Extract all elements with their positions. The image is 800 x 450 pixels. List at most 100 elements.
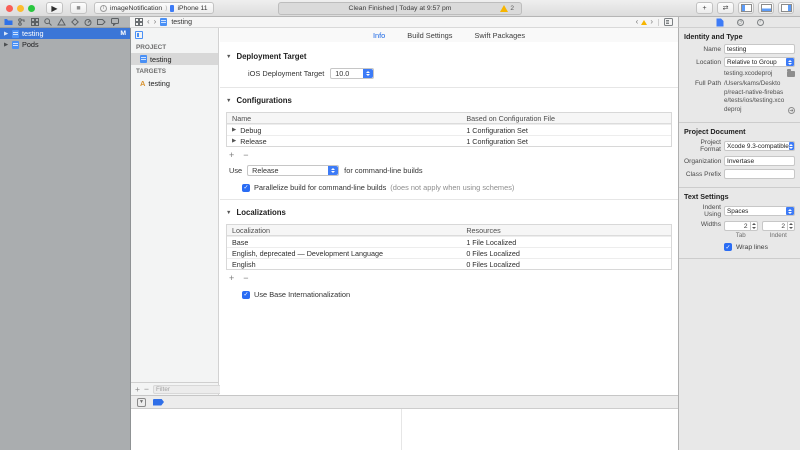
localization-name: English, deprecated — Development Langua… bbox=[227, 249, 462, 258]
parallelize-checkbox[interactable]: ✓ bbox=[242, 184, 250, 192]
disclosure-triangle-icon[interactable]: ▼ bbox=[226, 210, 231, 216]
section-configurations[interactable]: ▼ Configurations bbox=[226, 96, 672, 105]
command-line-configuration-popup[interactable]: Release bbox=[247, 165, 339, 176]
dropdown-arrows-icon[interactable] bbox=[328, 166, 338, 175]
dropdown-arrows-icon[interactable] bbox=[786, 207, 794, 215]
stepper-arrows-icon[interactable] bbox=[787, 222, 794, 230]
source-control-navigator-icon[interactable] bbox=[18, 18, 26, 26]
stop-button[interactable]: ■ bbox=[70, 2, 87, 14]
disclosure-triangle-icon[interactable]: ▶ bbox=[4, 42, 9, 48]
tab-info[interactable]: Info bbox=[373, 31, 385, 40]
project-item-testing[interactable]: testing bbox=[131, 53, 218, 65]
library-button[interactable]: + bbox=[696, 2, 713, 14]
issue-warning-icon[interactable] bbox=[641, 20, 647, 25]
section-deployment-target[interactable]: ▼ Deployment Target bbox=[226, 52, 672, 61]
dropdown-arrows-icon[interactable] bbox=[786, 58, 794, 66]
parallelize-note: (does not apply when using schemes) bbox=[390, 183, 514, 192]
location-popup[interactable]: Relative to Group bbox=[724, 57, 795, 67]
table-row[interactable]: English 0 Files Localized bbox=[227, 258, 671, 269]
organization-field[interactable] bbox=[724, 156, 795, 166]
issue-navigator-icon[interactable] bbox=[57, 18, 66, 26]
editor-options-icon[interactable] bbox=[664, 18, 673, 26]
debug-navigator-icon[interactable] bbox=[84, 18, 92, 26]
indent-caption: Indent bbox=[762, 232, 796, 239]
previous-issue-button[interactable]: ‹ bbox=[636, 18, 639, 26]
folder-icon[interactable] bbox=[787, 71, 795, 77]
indent-width-stepper[interactable]: 2 bbox=[762, 221, 796, 231]
tab-width-stepper[interactable]: 2 bbox=[724, 221, 758, 231]
indent-using-popup[interactable]: Spaces bbox=[724, 206, 795, 216]
next-issue-button[interactable]: › bbox=[650, 18, 653, 26]
disclosure-triangle-icon[interactable]: ▼ bbox=[226, 98, 231, 104]
column-header-based-on: Based on Configuration File bbox=[462, 114, 671, 123]
run-button[interactable]: ▶ bbox=[46, 2, 63, 14]
disclosure-triangle-icon[interactable]: ▶ bbox=[232, 138, 236, 144]
project-editor-sidebar: PROJECT testing TARGETS A testing bbox=[131, 28, 219, 382]
related-items-icon[interactable] bbox=[135, 18, 143, 26]
scheme-name[interactable]: imageNotification bbox=[110, 5, 162, 12]
table-row[interactable]: English, deprecated — Development Langua… bbox=[227, 247, 671, 258]
destination-name[interactable]: iPhone 11 bbox=[177, 5, 207, 12]
disclosure-triangle-icon[interactable]: ▶ bbox=[4, 31, 9, 37]
test-navigator-icon[interactable] bbox=[71, 18, 79, 26]
parallelize-build-row: ✓ Parallelize build for command-line bui… bbox=[242, 183, 672, 192]
history-inspector-icon[interactable]: ◷ bbox=[737, 19, 744, 26]
zoom-window-button[interactable] bbox=[28, 5, 35, 12]
report-navigator-icon[interactable] bbox=[111, 18, 119, 26]
forward-button[interactable]: › bbox=[154, 18, 157, 26]
section-title: Project Document bbox=[684, 127, 795, 136]
debug-console[interactable] bbox=[131, 408, 678, 450]
deployment-target-combobox[interactable]: 10.0 bbox=[330, 68, 374, 79]
navigator-item-testing[interactable]: ▶ testing M bbox=[0, 28, 130, 39]
identity-and-type-section: Identity and Type Name Location Relative… bbox=[679, 28, 800, 123]
name-field[interactable] bbox=[724, 44, 795, 54]
close-window-button[interactable] bbox=[6, 5, 13, 12]
class-prefix-field[interactable] bbox=[724, 169, 795, 179]
dropdown-arrows-icon[interactable] bbox=[789, 142, 794, 150]
base-internationalization-checkbox[interactable]: ✓ bbox=[242, 291, 250, 299]
add-localization-button[interactable]: + bbox=[229, 273, 234, 283]
hide-debug-area-icon[interactable]: ▼ bbox=[137, 398, 146, 407]
remove-configuration-button[interactable]: − bbox=[243, 150, 248, 160]
toggle-navigator-button[interactable] bbox=[738, 2, 754, 14]
breakpoints-toggle-icon[interactable] bbox=[153, 399, 164, 406]
jump-bar-file-name[interactable]: testing bbox=[171, 19, 192, 26]
section-localizations[interactable]: ▼ Localizations bbox=[226, 208, 672, 217]
symbol-navigator-icon[interactable] bbox=[31, 18, 39, 26]
project-navigator-icon[interactable] bbox=[4, 18, 13, 26]
toggle-inspector-button[interactable] bbox=[778, 2, 794, 14]
stepper-arrows-icon[interactable] bbox=[750, 222, 757, 230]
editor-mode-button[interactable]: ⇄ bbox=[717, 2, 734, 14]
inspector-panel-icon bbox=[781, 4, 792, 12]
warning-badge[interactable]: 2 bbox=[500, 5, 514, 12]
table-row[interactable]: ▶ Release 1 Configuration Set bbox=[227, 135, 671, 146]
quick-help-inspector-icon[interactable]: ? bbox=[757, 19, 764, 26]
target-item-testing[interactable]: A testing bbox=[131, 77, 218, 89]
table-row[interactable]: Base 1 File Localized bbox=[227, 236, 671, 247]
back-button[interactable]: ‹ bbox=[147, 18, 150, 26]
dropdown-arrows-icon[interactable] bbox=[363, 69, 373, 78]
file-inspector-icon[interactable] bbox=[716, 18, 724, 27]
full-path-value: /Users/kams/Desktop/react-native-firebas… bbox=[724, 80, 785, 114]
remove-target-button[interactable]: − bbox=[144, 385, 149, 394]
scheme-selector[interactable]: i imageNotification ⟩ iPhone 11 bbox=[94, 2, 214, 14]
toggle-debug-area-button[interactable] bbox=[758, 2, 774, 14]
remove-localization-button[interactable]: − bbox=[243, 273, 248, 283]
add-configuration-button[interactable]: + bbox=[229, 150, 234, 160]
add-target-button[interactable]: + bbox=[135, 385, 140, 394]
disclosure-triangle-icon[interactable]: ▼ bbox=[226, 54, 231, 60]
table-row[interactable]: ▶ Debug 1 Configuration Set bbox=[227, 124, 671, 135]
tab-swift-packages[interactable]: Swift Packages bbox=[475, 31, 526, 40]
activity-viewer: Clean Finished | Today at 9:57 pm 2 bbox=[278, 2, 522, 15]
reveal-in-finder-icon[interactable]: ➔ bbox=[788, 107, 795, 114]
disclosure-triangle-icon[interactable]: ▶ bbox=[232, 127, 236, 133]
find-navigator-icon[interactable] bbox=[44, 18, 52, 26]
project-format-popup[interactable]: Xcode 9.3-compatible bbox=[724, 141, 795, 151]
minimize-window-button[interactable] bbox=[17, 5, 24, 12]
breakpoint-navigator-icon[interactable] bbox=[97, 18, 106, 26]
tab-build-settings[interactable]: Build Settings bbox=[407, 31, 452, 40]
project-outline-icon[interactable] bbox=[135, 31, 143, 39]
localization-resources: 1 File Localized bbox=[462, 238, 671, 247]
wrap-lines-checkbox[interactable]: ✓ bbox=[724, 243, 732, 251]
navigator-item-pods[interactable]: ▶ Pods bbox=[0, 39, 130, 50]
